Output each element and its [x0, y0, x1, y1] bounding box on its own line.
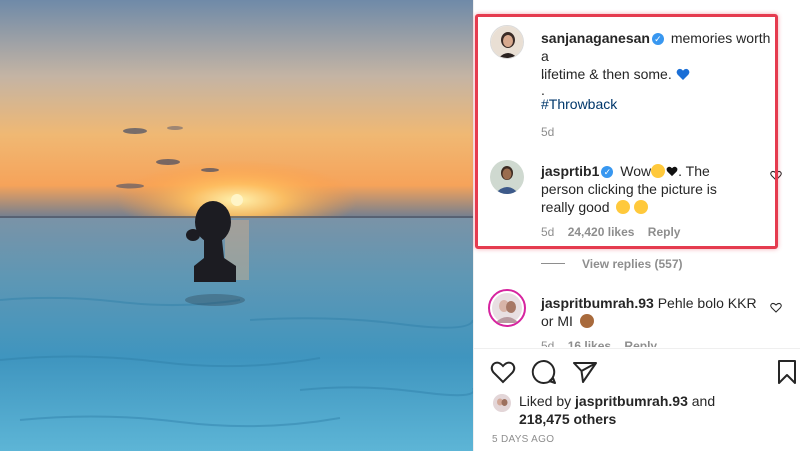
view-replies-button[interactable]: View replies (557) [582, 257, 683, 271]
liked-by-others[interactable]: 218,475 others [519, 411, 616, 427]
caption-dot-1: . [541, 65, 545, 81]
comment-like-heart-icon[interactable] [770, 170, 782, 181]
liked-by-username[interactable]: jaspritbumrah.93 [575, 393, 688, 409]
liked-by-text: Liked by jaspritbumrah.93 and 218,475 ot… [519, 392, 779, 428]
caption-line2: lifetime & then some. [541, 66, 672, 82]
comment-line2: or MI [541, 313, 573, 329]
tongue-emoji-icon [634, 200, 649, 214]
comment-avatar[interactable] [488, 289, 526, 327]
caption-username[interactable]: sanjanaganesan [541, 30, 650, 46]
comment-meta: 5d 16 likes Reply [541, 339, 657, 347]
person-avatar-icon [490, 160, 524, 194]
comment-like-heart-icon[interactable] [770, 302, 782, 313]
person-avatar-icon [493, 394, 511, 412]
blue-heart-emoji-icon [676, 68, 690, 80]
heart-eyes-emoji-icon [651, 164, 666, 178]
person-avatar-icon [492, 293, 522, 323]
comment-line1: Wow [620, 163, 652, 179]
heart-icon[interactable] [490, 360, 516, 384]
comment-line1: Pehle bolo KKR [657, 295, 757, 311]
comment-reply-button[interactable]: Reply [648, 225, 681, 239]
actions-divider [473, 348, 800, 349]
share-icon[interactable] [572, 360, 598, 384]
caption-hashtag[interactable]: #Throwback [541, 95, 617, 113]
caption-age[interactable]: 5d [541, 125, 554, 139]
comment-reply-button[interactable]: Reply [624, 339, 657, 347]
comment-age[interactable]: 5d [541, 339, 554, 347]
comment-meta: 5d 24,420 likes Reply [541, 225, 680, 239]
comment-username[interactable]: jasprtib1 [541, 163, 599, 179]
comment-likes[interactable]: 24,420 likes [568, 225, 635, 239]
comment-likes[interactable]: 16 likes [568, 339, 611, 347]
black-heart-emoji-icon [666, 166, 678, 177]
bookmark-icon[interactable] [776, 359, 798, 385]
comment-avatar[interactable] [490, 160, 524, 194]
comment-text: jaspritbumrah.93 Pehle bolo KKR or MI [541, 294, 771, 330]
liked-by-and: and [691, 393, 716, 409]
view-replies-line [541, 263, 565, 264]
verified-badge-icon: ✓ [651, 33, 664, 45]
post-timestamp[interactable]: 5 DAYS AGO [492, 434, 554, 445]
comment-line2: person clicking the picture is [541, 181, 717, 197]
comment-line3: really good [541, 199, 610, 215]
liked-by-avatar[interactable] [493, 394, 511, 412]
laughing-emoji-icon [616, 200, 631, 214]
comment-text: jasprtib1 ✓ Wow . The person clicking the … [541, 162, 771, 216]
caption-avatar[interactable] [490, 25, 524, 59]
liked-by-prefix: Liked by [519, 393, 572, 409]
comment-line1-tail: . The [678, 163, 710, 179]
verified-badge-icon: ✓ [601, 166, 614, 178]
see-no-evil-monkey-emoji-icon [579, 314, 594, 328]
comment-age[interactable]: 5d [541, 225, 554, 239]
sunset-photo-illustration [0, 0, 473, 451]
comment-username[interactable]: jaspritbumrah.93 [541, 295, 654, 311]
caption-text: sanjanaganesan ✓ memories worth a lifetim… [541, 29, 781, 83]
comment-icon[interactable] [531, 359, 557, 385]
post-photo [0, 0, 473, 451]
